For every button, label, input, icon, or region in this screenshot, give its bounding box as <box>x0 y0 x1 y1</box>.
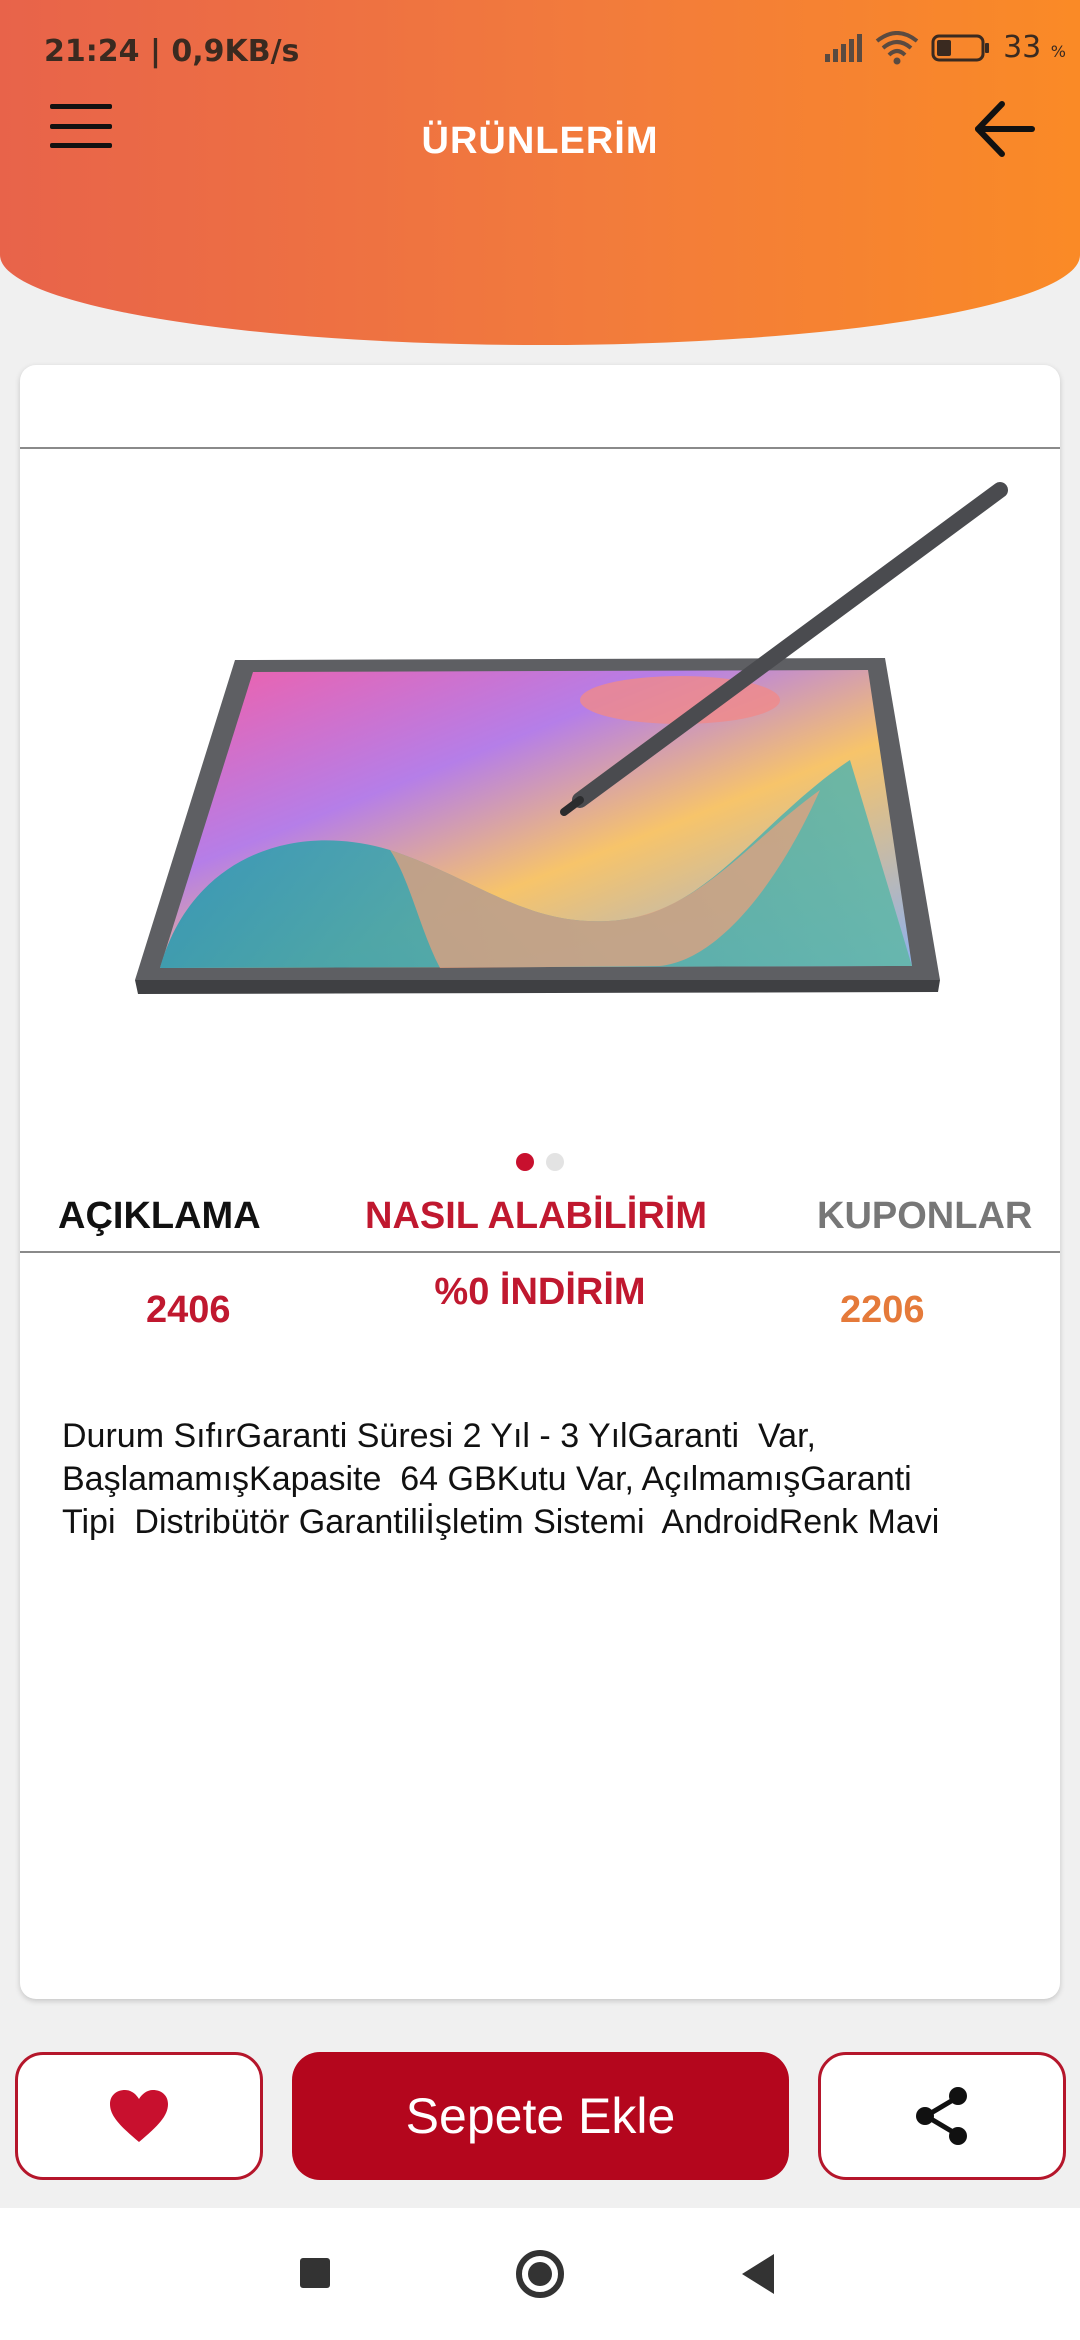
page-title: ÜRÜNLERİM <box>421 120 659 162</box>
share-button[interactable] <box>818 2052 1066 2180</box>
wifi-icon <box>875 30 919 64</box>
status-time: 21:24 | 0,9KB/s <box>44 34 300 69</box>
tablet-with-stylus-image[interactable] <box>60 460 1040 1060</box>
share-icon <box>916 2087 967 2145</box>
home-icon[interactable] <box>516 2250 564 2298</box>
tab-how-to-buy[interactable]: NASIL ALABİLİRİM <box>365 1195 707 1238</box>
carousel-dot[interactable] <box>546 1153 564 1171</box>
status-bar: 21:24 | 0,9KB/s 33 % <box>0 0 1080 70</box>
heart-icon <box>110 2090 168 2142</box>
product-title-area <box>20 365 1060 449</box>
status-icons: 33 % <box>823 30 1066 65</box>
stat-right-value: 2206 <box>840 1289 925 1331</box>
tab-description[interactable]: AÇIKLAMA <box>58 1195 261 1238</box>
favorite-button[interactable] <box>15 2052 263 2180</box>
product-card: AÇIKLAMA NASIL ALABİLİRİM KUPONLAR 2406 … <box>20 365 1060 1999</box>
recent-apps-icon[interactable] <box>300 2258 330 2288</box>
arrow-left-icon[interactable] <box>970 94 1040 164</box>
product-description: Durum SıfırGaranti Süresi 2 Yıl - 3 YılG… <box>62 1417 940 1541</box>
signal-icon <box>825 33 863 62</box>
battery-level: 33 % <box>1003 30 1066 65</box>
product-tabs: AÇIKLAMA NASIL ALABİLİRİM KUPONLAR <box>20 1185 1060 1253</box>
tab-coupons[interactable]: KUPONLAR <box>817 1195 1032 1238</box>
system-navigation-bar <box>0 2208 1080 2340</box>
system-back-icon[interactable] <box>742 2254 774 2294</box>
battery-icon <box>931 34 990 61</box>
add-to-cart-button[interactable]: Sepete Ekle <box>292 2052 789 2180</box>
carousel-indicator <box>20 1153 1060 1171</box>
carousel-dot-active[interactable] <box>516 1153 534 1171</box>
